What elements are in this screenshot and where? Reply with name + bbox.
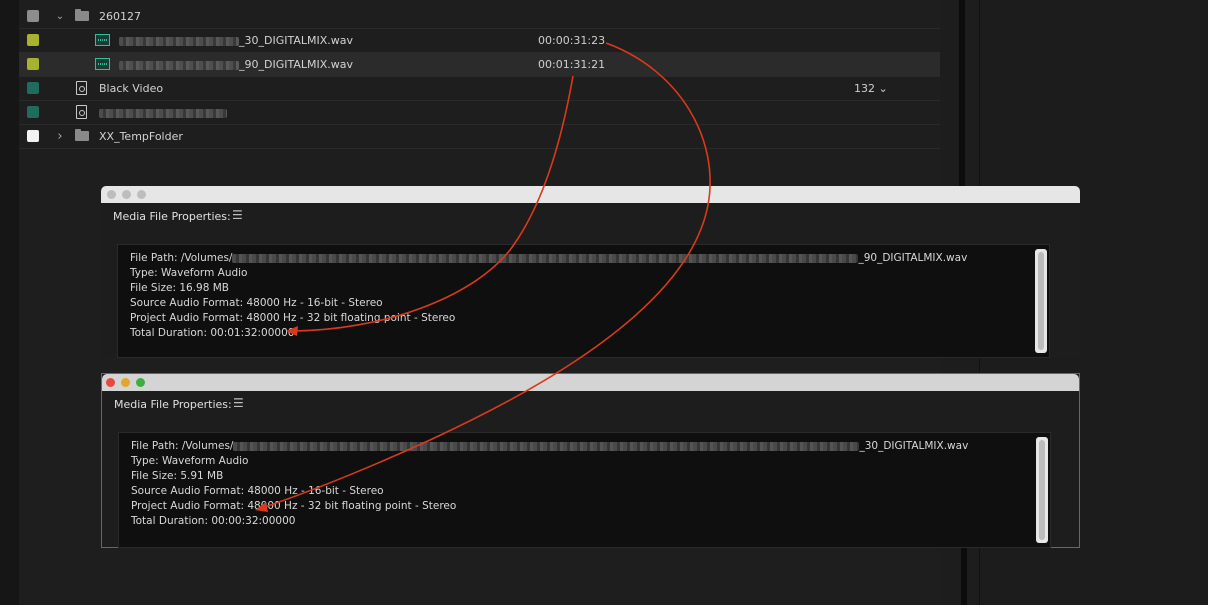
label-color-swatch[interactable] <box>27 58 39 70</box>
media-file-properties-dialog-30[interactable]: Media File Properties: ☰ File Path: /Vol… <box>101 373 1080 548</box>
folder-name: 260127 <box>99 10 141 23</box>
clip-duration: 00:00:31:23 <box>538 34 606 47</box>
panel-menu-icon[interactable]: ☰ <box>232 208 243 222</box>
window-titlebar[interactable] <box>102 374 1079 391</box>
project-format-line: Project Audio Format: 48000 Hz - 32 bit … <box>131 500 457 512</box>
panel-divider[interactable] <box>959 0 965 186</box>
panel-menu-icon[interactable]: ☰ <box>233 396 244 410</box>
file-path-line: File Path: /Volumes/ _30_DIGITALMIX.wav <box>131 439 1038 454</box>
maximize-window-icon[interactable] <box>136 378 145 387</box>
file-path-line: File Path: /Volumes/ _90_DIGITALMIX.wav <box>130 251 1037 266</box>
scrollbar-thumb[interactable] <box>1039 440 1045 540</box>
properties-text-area[interactable]: File Path: /Volumes/ _30_DIGITALMIX.wav T… <box>118 432 1051 548</box>
scrollbar-thumb[interactable] <box>1038 252 1044 350</box>
label-color-swatch[interactable] <box>27 34 39 46</box>
properties-text-area[interactable]: File Path: /Volumes/ _90_DIGITALMIX.wav T… <box>117 244 1050 358</box>
file-size-line: File Size: 16.98 MB <box>130 282 229 294</box>
source-format-line: Source Audio Format: 48000 Hz - 16-bit -… <box>131 485 384 497</box>
dialog-header: Media File Properties: ☰ <box>101 203 1080 229</box>
black-video-row[interactable]: Black Video 132 ⌄ <box>19 77 940 101</box>
label-color-swatch[interactable] <box>27 130 39 142</box>
total-duration-line: Total Duration: 00:00:32:00000 <box>131 515 296 527</box>
vertical-scrollbar[interactable] <box>1036 437 1048 543</box>
chevron-down-icon[interactable]: ⌄ <box>55 5 65 28</box>
minimize-window-icon[interactable] <box>121 378 130 387</box>
chevron-down-icon[interactable]: ⌄ <box>879 82 888 95</box>
minimize-window-icon[interactable] <box>122 190 131 199</box>
file-path-prefix: File Path: /Volumes/ <box>131 440 234 452</box>
redacted-text <box>99 108 227 118</box>
column-value[interactable]: 132 ⌄ <box>854 77 888 100</box>
folder-name: XX_TempFolder <box>99 130 183 143</box>
label-color-swatch[interactable] <box>27 106 39 118</box>
source-format-line: Source Audio Format: 48000 Hz - 16-bit -… <box>130 297 383 309</box>
dialog-title: Media File Properties: <box>113 210 231 223</box>
file-path-suffix: _30_DIGITALMIX.wav <box>859 440 969 452</box>
clip-name <box>99 101 227 124</box>
audio-row-30-digitalmix[interactable]: _30_DIGITALMIX.wav 00:00:31:23 <box>19 29 940 53</box>
maximize-window-icon[interactable] <box>137 190 146 199</box>
label-color-swatch[interactable] <box>27 10 39 22</box>
vertical-scrollbar[interactable] <box>1035 249 1047 353</box>
chevron-right-icon[interactable]: › <box>55 125 65 148</box>
panel-divider[interactable] <box>961 548 967 605</box>
project-format-line: Project Audio Format: 48000 Hz - 32 bit … <box>130 312 456 324</box>
audio-row-90-digitalmix[interactable]: _90_DIGITALMIX.wav 00:01:31:21 <box>19 53 940 77</box>
folder-icon <box>75 129 89 141</box>
close-window-icon[interactable] <box>107 190 116 199</box>
redacted-text <box>119 60 239 70</box>
file-path-prefix: File Path: /Volumes/ <box>130 252 233 264</box>
panel-left-strip <box>0 0 19 605</box>
label-color-swatch[interactable] <box>27 82 39 94</box>
synthetic-media-icon <box>76 81 87 95</box>
clip-name: _30_DIGITALMIX.wav <box>119 29 353 52</box>
redacted-path <box>233 441 860 451</box>
dialog-title: Media File Properties: <box>114 398 232 411</box>
redacted-path <box>232 253 859 263</box>
audio-waveform-icon <box>95 58 110 70</box>
type-line: Type: Waveform Audio <box>130 267 248 279</box>
file-size-line: File Size: 5.91 MB <box>131 470 224 482</box>
clip-name-suffix: _30_DIGITALMIX.wav <box>239 34 354 47</box>
folder-row-temp[interactable]: › XX_TempFolder <box>19 125 940 149</box>
window-titlebar[interactable] <box>101 186 1080 203</box>
clip-name-suffix: _90_DIGITALMIX.wav <box>239 58 354 71</box>
folder-icon <box>75 9 89 21</box>
folder-row-260127[interactable]: ⌄ 260127 <box>19 5 940 29</box>
clip-name: _90_DIGITALMIX.wav <box>119 53 353 76</box>
audio-waveform-icon <box>95 34 110 46</box>
total-duration-line: Total Duration: 00:01:32:00000 <box>130 327 295 339</box>
file-path-suffix: _90_DIGITALMIX.wav <box>858 252 968 264</box>
media-file-properties-dialog-90[interactable]: Media File Properties: ☰ File Path: /Vol… <box>101 186 1080 358</box>
clip-duration: 00:01:31:21 <box>538 58 606 71</box>
redacted-item-row[interactable] <box>19 101 940 125</box>
clip-name: Black Video <box>99 82 164 95</box>
close-window-icon[interactable] <box>106 378 115 387</box>
synthetic-media-icon <box>76 105 87 119</box>
type-line: Type: Waveform Audio <box>131 455 249 467</box>
redacted-text <box>119 36 239 46</box>
dialog-header: Media File Properties: ☰ <box>102 391 1079 417</box>
column-value-text: 132 <box>854 82 875 95</box>
